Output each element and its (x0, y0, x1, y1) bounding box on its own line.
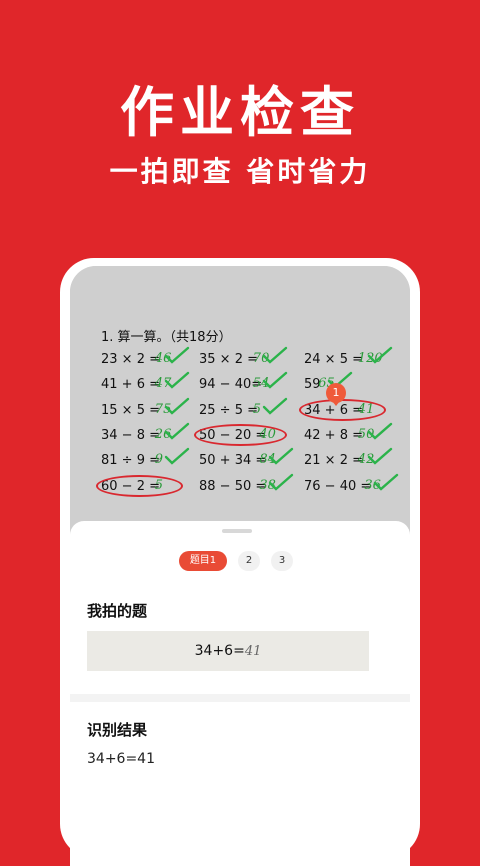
promo-title: 作业检查 (120, 81, 360, 144)
drag-handle[interactable] (222, 529, 252, 533)
check-icon (164, 422, 189, 440)
error-circle[interactable] (96, 475, 183, 497)
check-icon (164, 397, 189, 415)
problem-text: 34 − 8 = (101, 428, 160, 443)
homework-photo: 1. 算一算。（共18分） 23 × 2 = 46 35 × 2 = 70 24 × 5… (70, 266, 410, 536)
check-icon (262, 371, 287, 389)
check-icon (367, 346, 392, 364)
check-icon (262, 397, 287, 415)
error-circle[interactable] (194, 424, 288, 446)
result-title: 识别结果 (87, 721, 148, 739)
problem-text: 76 − 40 = (304, 479, 372, 494)
error-marker-badge[interactable]: 1 (326, 383, 346, 406)
tab-question-1[interactable]: 题目1 (179, 551, 227, 571)
tab-question-3[interactable]: 3 (271, 551, 293, 571)
problem-text: 81 ÷ 9 = (101, 453, 160, 468)
my-photo-expression: 34+6= (194, 643, 245, 659)
tab-question-2[interactable]: 2 (238, 551, 260, 571)
problem-text: 42 + 8 = (304, 428, 363, 443)
my-photo-title: 我拍的题 (87, 602, 148, 620)
check-icon (262, 346, 287, 364)
my-photo-handwritten-answer: 41 (244, 644, 262, 659)
problem-text: 21 × 2 = (304, 453, 363, 468)
check-icon (164, 371, 189, 389)
check-icon (367, 422, 392, 440)
check-icon (367, 447, 392, 465)
problem-text: 24 × 5 = (304, 352, 363, 367)
problem-text: 35 × 2 = (199, 352, 258, 367)
problem-text: 88 − 50 = (199, 479, 267, 494)
problem-text: 15 × 5 = (101, 403, 160, 418)
section-divider (70, 694, 410, 702)
check-icon (269, 473, 294, 491)
phone-frame: 1. 算一算。（共18分） 23 × 2 = 46 35 × 2 = 70 24 × 5… (60, 258, 420, 866)
my-photo-crop: 34+6=41 (87, 631, 369, 671)
check-icon (164, 346, 189, 364)
result-text: 34+6=41 (87, 751, 155, 767)
check-icon (374, 473, 399, 491)
problem-text: 50 + 34 = (199, 453, 267, 468)
check-icon (164, 447, 189, 465)
problem-text: 23 × 2 = (101, 352, 160, 367)
handwritten-answer: 5 (252, 402, 262, 417)
problem-text: 25 ÷ 5 = (199, 403, 258, 418)
handwritten-answer: 9 (154, 452, 164, 467)
problem-text: 41 + 6 = (101, 377, 160, 392)
phone-screen: 1. 算一算。（共18分） 23 × 2 = 46 35 × 2 = 70 24 × 5… (70, 266, 410, 866)
check-icon (269, 447, 294, 465)
promo-subtitle: 一拍即查 省时省力 (109, 155, 371, 188)
question-title: 1. 算一算。（共18分） (101, 330, 232, 345)
error-circle[interactable] (299, 399, 386, 421)
result-sheet: 题目1 2 3 我拍的题 34+6=41 识别结果 34+6=41 (70, 521, 410, 866)
